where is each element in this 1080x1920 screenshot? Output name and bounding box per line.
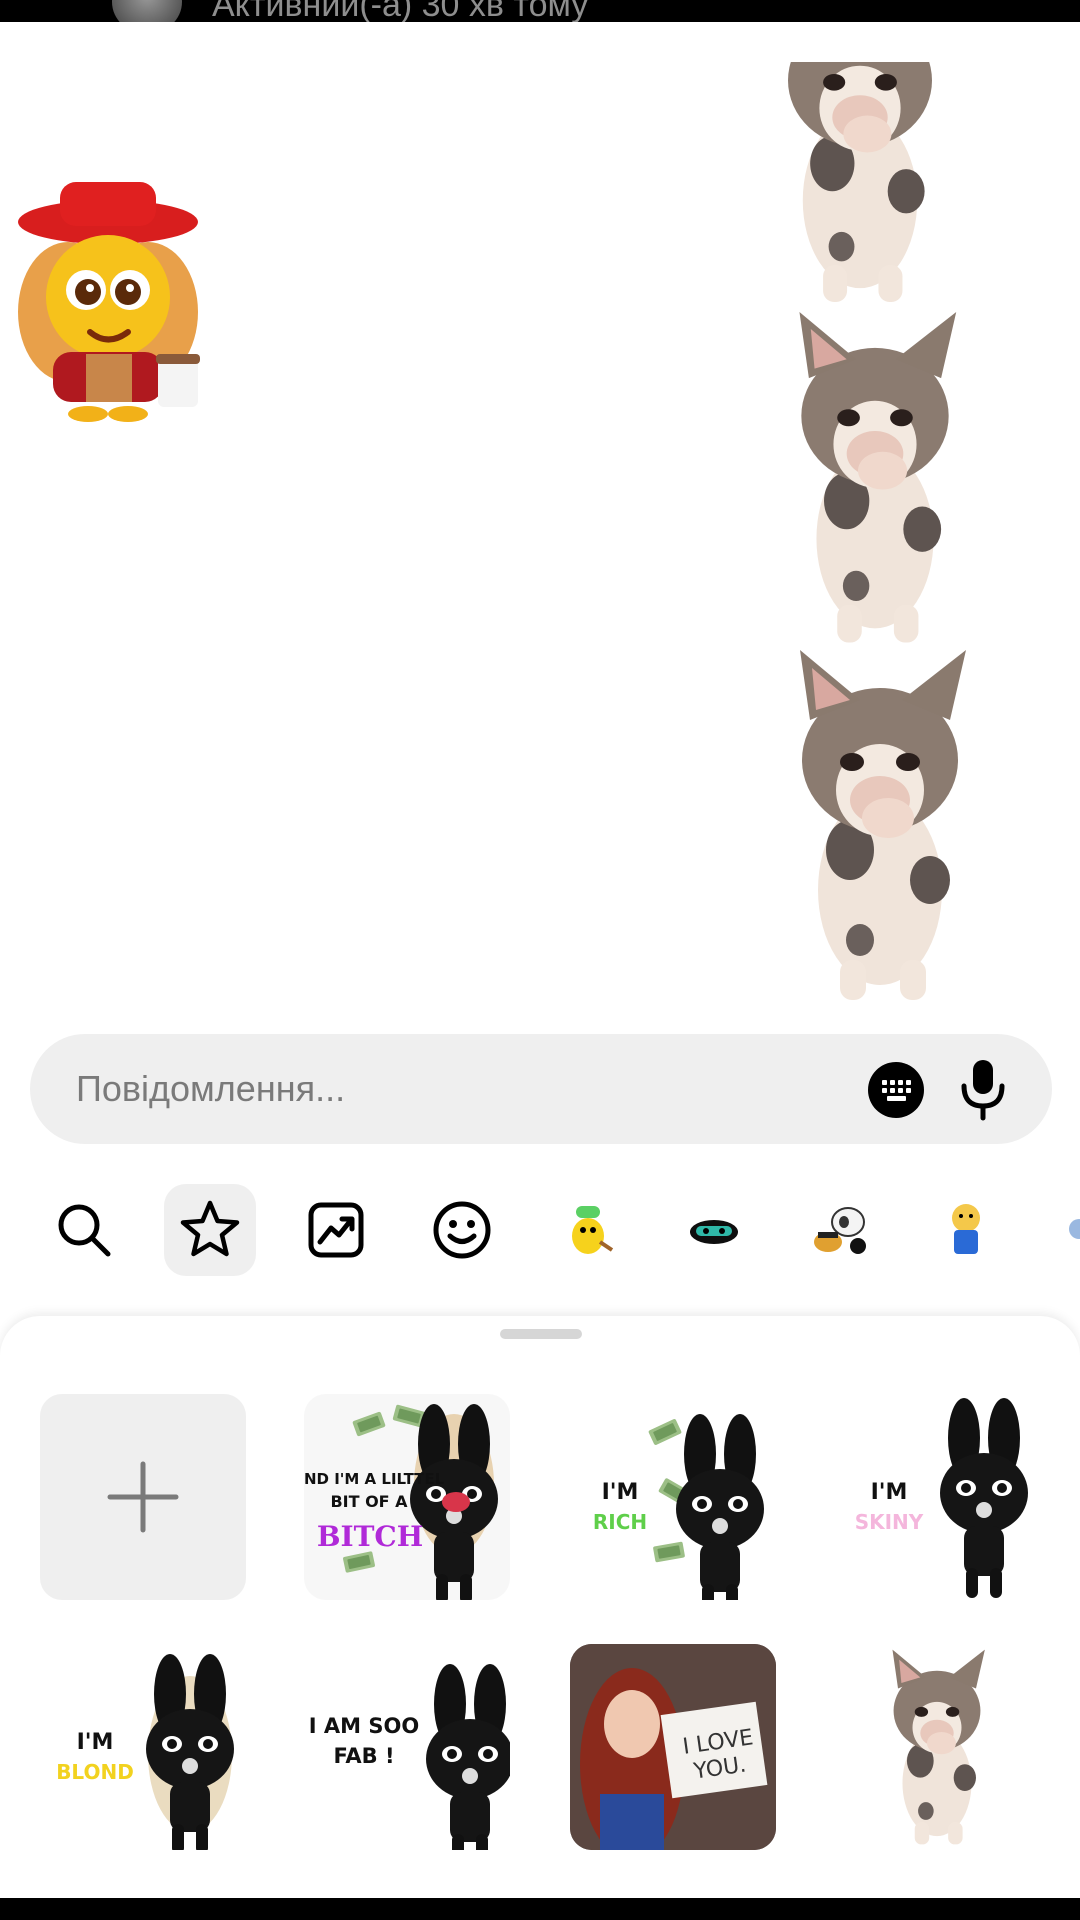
sticker-tabs bbox=[0, 1184, 1080, 1276]
sticker-rich[interactable]: I'M RICH bbox=[570, 1394, 776, 1600]
search-icon bbox=[58, 1204, 111, 1257]
duck-sticker-icon bbox=[572, 1206, 614, 1254]
sticker-text-line1: I AM SOO bbox=[308, 1714, 420, 1738]
microphone-button[interactable] bbox=[958, 1056, 1008, 1122]
trending-icon bbox=[308, 1202, 364, 1258]
received-sticker-emoji-girl[interactable] bbox=[8, 182, 208, 422]
tab-pack-more[interactable] bbox=[1046, 1184, 1080, 1276]
sticker-text-line1: I'M bbox=[601, 1480, 639, 1505]
sticker-text-line2: BLOND bbox=[56, 1760, 134, 1784]
sticker-i-love-you[interactable]: I LOVE YOU. bbox=[570, 1644, 776, 1850]
active-status: Активний(-а) 30 хв тому bbox=[212, 0, 589, 22]
sticker-text-line2: SKINY bbox=[854, 1510, 924, 1534]
keyboard-icon bbox=[882, 1080, 911, 1101]
sticker-text-line1: ND I'M A LILTTEL bbox=[304, 1470, 445, 1488]
drag-handle[interactable] bbox=[500, 1329, 582, 1339]
message-composer[interactable]: Повідомлення... bbox=[30, 1034, 1052, 1144]
avatar[interactable] bbox=[112, 0, 182, 22]
sticker-skiny[interactable]: I'M SKINY bbox=[834, 1394, 1040, 1600]
chat-thread bbox=[0, 22, 1080, 1022]
sent-sticker-dancing-cat[interactable] bbox=[760, 650, 1000, 1010]
tab-pack-cats[interactable] bbox=[794, 1184, 886, 1276]
sent-sticker-dancing-cat[interactable] bbox=[740, 62, 980, 302]
sticker-bitch[interactable]: ND I'M A LILTTEL BIT OF A BITCH bbox=[304, 1394, 510, 1600]
cats-sticker-icon bbox=[814, 1207, 866, 1254]
keyboard-button[interactable] bbox=[868, 1062, 924, 1118]
black-cat-sticker-icon bbox=[690, 1220, 738, 1244]
sent-sticker-dancing-cat[interactable] bbox=[760, 312, 990, 652]
tab-trending[interactable] bbox=[290, 1184, 382, 1276]
message-input[interactable]: Повідомлення... bbox=[76, 1034, 345, 1144]
status-bar: Активний(-а) 30 хв тому bbox=[0, 0, 1080, 22]
character-sticker-icon bbox=[952, 1204, 980, 1254]
smiley-icon bbox=[433, 1201, 491, 1259]
sticker-text-line1: I'M bbox=[76, 1730, 114, 1755]
navigation-bar bbox=[0, 1898, 1080, 1920]
add-sticker-button[interactable] bbox=[40, 1394, 246, 1600]
tab-search[interactable] bbox=[38, 1184, 130, 1276]
sticker-text-line2: FAB ! bbox=[333, 1744, 395, 1768]
sticker-text-line2: RICH bbox=[592, 1510, 648, 1534]
dancing-cat-illustration bbox=[892, 1649, 985, 1845]
sticker-text-line1: I'M bbox=[870, 1480, 908, 1505]
sticker-pack-icon bbox=[1069, 1219, 1080, 1239]
sticker-blond[interactable]: I'M BLOND bbox=[40, 1644, 246, 1850]
tab-pack-black-cat[interactable] bbox=[668, 1184, 760, 1276]
tab-emoji[interactable] bbox=[416, 1184, 508, 1276]
microphone-icon bbox=[961, 1060, 1005, 1121]
sticker-dancing-cat[interactable] bbox=[834, 1644, 1040, 1850]
tab-favorites[interactable] bbox=[164, 1184, 256, 1276]
sticker-text-line3: BITCH bbox=[316, 1520, 424, 1553]
sticker-text-line2: BIT OF A bbox=[330, 1492, 408, 1511]
tab-pack-duck[interactable] bbox=[542, 1184, 634, 1276]
sticker-panel: ND I'M A LILTTEL BIT OF A BITCH I'M RICH… bbox=[0, 1316, 1080, 1898]
sticker-fab[interactable]: I AM SOO FAB ! bbox=[304, 1644, 510, 1850]
plus-icon bbox=[107, 1461, 179, 1533]
star-icon bbox=[180, 1200, 240, 1257]
tab-pack-character[interactable] bbox=[920, 1184, 1012, 1276]
